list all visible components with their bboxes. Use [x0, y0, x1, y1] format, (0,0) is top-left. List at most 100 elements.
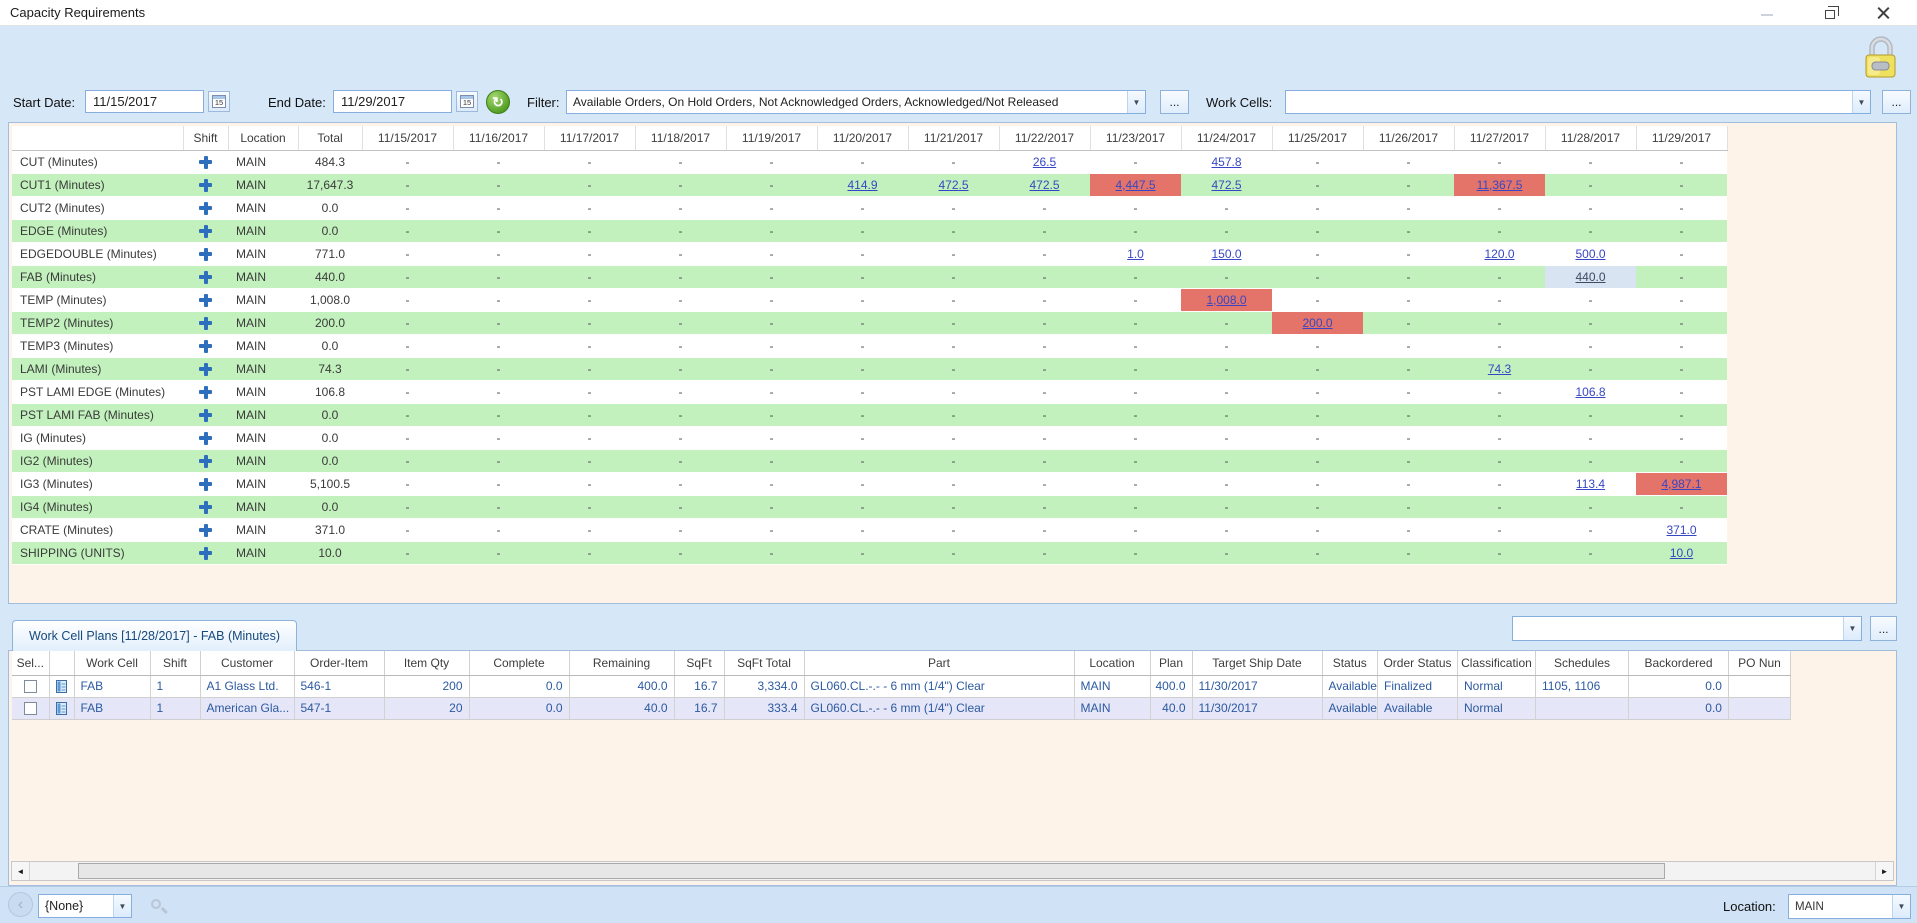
plans-column-header[interactable]: Classification — [1457, 651, 1535, 675]
date-column-header[interactable]: 11/16/2017 — [453, 126, 544, 150]
plan-detail-icon[interactable] — [56, 680, 67, 693]
expand-shift-icon[interactable] — [199, 271, 212, 284]
scroll-right-icon[interactable]: ► — [1875, 862, 1893, 880]
capacity-value-link[interactable]: 472.5 — [1029, 178, 1059, 192]
dropdown-arrow-icon[interactable]: ▼ — [1843, 617, 1861, 640]
capacity-value-link[interactable]: 440.0 — [1575, 270, 1605, 284]
plans-column-header[interactable]: Work Cell — [74, 651, 150, 675]
dropdown-arrow-icon[interactable]: ▼ — [1127, 91, 1145, 113]
date-column-header[interactable]: 11/18/2017 — [635, 126, 726, 150]
date-column-header[interactable]: 11/20/2017 — [817, 126, 908, 150]
column-header[interactable]: Shift — [183, 126, 228, 150]
plans-column-header[interactable]: Order Status — [1377, 651, 1457, 675]
expand-shift-icon[interactable] — [199, 340, 212, 353]
plans-column-header[interactable]: Item Qty — [384, 651, 469, 675]
plan-detail-icon[interactable] — [56, 702, 67, 715]
work-cells-browse-button[interactable]: ... — [1882, 90, 1911, 114]
date-column-header[interactable]: 11/27/2017 — [1454, 126, 1545, 150]
expand-shift-icon[interactable] — [199, 363, 212, 376]
expand-shift-icon[interactable] — [199, 202, 212, 215]
column-header[interactable]: Total — [298, 126, 362, 150]
capacity-value-link[interactable]: 10.0 — [1670, 546, 1693, 560]
column-header[interactable]: Location — [228, 126, 298, 150]
plans-column-header[interactable]: Target Ship Date — [1192, 651, 1322, 675]
plans-column-header[interactable]: SqFt Total — [724, 651, 804, 675]
start-date-input[interactable]: 11/15/2017 — [85, 90, 204, 113]
work-cells-combo[interactable]: ▼ — [1285, 90, 1871, 114]
capacity-value-link[interactable]: 113.4 — [1576, 477, 1605, 491]
capacity-value-link[interactable]: 150.0 — [1211, 247, 1241, 261]
start-date-calendar-button[interactable]: 15 — [208, 91, 230, 112]
capacity-value-link[interactable]: 26.5 — [1033, 155, 1056, 169]
tab-work-cell-plans[interactable]: Work Cell Plans [11/28/2017] - FAB (Minu… — [12, 620, 297, 651]
capacity-value-link[interactable]: 1,008.0 — [1206, 293, 1246, 307]
capacity-value-link[interactable]: 472.5 — [938, 178, 968, 192]
minimize-button[interactable] — [1750, 0, 1784, 26]
dropdown-arrow-icon[interactable]: ▼ — [113, 895, 131, 917]
plans-column-header[interactable]: Customer — [200, 651, 294, 675]
scroll-left-icon[interactable]: ◄ — [12, 862, 30, 880]
filter-browse-button[interactable]: ... — [1160, 90, 1189, 114]
plans-column-header[interactable]: Location — [1074, 651, 1150, 675]
date-column-header[interactable]: 11/23/2017 — [1090, 126, 1181, 150]
date-column-header[interactable]: 11/29/2017 — [1636, 126, 1727, 150]
expand-shift-icon[interactable] — [199, 432, 212, 445]
end-date-calendar-button[interactable]: 15 — [456, 91, 478, 112]
plans-column-header[interactable]: Remaining — [569, 651, 674, 675]
capacity-value-link[interactable]: 120.0 — [1484, 247, 1514, 261]
plans-column-header[interactable]: Schedules — [1535, 651, 1628, 675]
filter-combo[interactable]: Available Orders, On Hold Orders, Not Ac… — [566, 90, 1146, 114]
select-checkbox[interactable] — [24, 702, 37, 715]
scrollbar-thumb[interactable] — [78, 863, 1665, 879]
column-header[interactable] — [12, 126, 183, 150]
capacity-value-link[interactable]: 414.9 — [847, 178, 877, 192]
capacity-value-link[interactable]: 500.0 — [1575, 247, 1605, 261]
capacity-value-link[interactable]: 74.3 — [1488, 362, 1511, 376]
plans-column-header[interactable]: Order-Item — [294, 651, 384, 675]
capacity-value-link[interactable]: 371.0 — [1666, 523, 1696, 537]
expand-shift-icon[interactable] — [199, 225, 212, 238]
expand-shift-icon[interactable] — [199, 409, 212, 422]
capacity-value-link[interactable]: 11,367.5 — [1477, 178, 1523, 192]
refresh-button[interactable]: ↻ — [486, 90, 510, 114]
plans-column-header[interactable] — [49, 651, 74, 675]
expand-shift-icon[interactable] — [199, 478, 212, 491]
location-combo[interactable]: MAIN ▼ — [1788, 894, 1911, 919]
plans-column-header[interactable]: Shift — [150, 651, 200, 675]
capacity-value-link[interactable]: 472.5 — [1211, 178, 1241, 192]
capacity-value-link[interactable]: 200.0 — [1302, 316, 1332, 330]
plans-column-header[interactable]: Backordered — [1628, 651, 1728, 675]
date-column-header[interactable]: 11/25/2017 — [1272, 126, 1363, 150]
expand-shift-icon[interactable] — [199, 501, 212, 514]
date-column-header[interactable]: 11/26/2017 — [1363, 126, 1454, 150]
date-column-header[interactable]: 11/17/2017 — [544, 126, 635, 150]
select-checkbox[interactable] — [24, 680, 37, 693]
expand-shift-icon[interactable] — [199, 455, 212, 468]
plans-browse-button[interactable]: ... — [1870, 616, 1897, 641]
capacity-value-link[interactable]: 1.0 — [1127, 247, 1144, 261]
plans-column-header[interactable]: Part — [804, 651, 1074, 675]
date-column-header[interactable]: 11/24/2017 — [1181, 126, 1272, 150]
preset-combo[interactable]: {None} ▼ — [38, 894, 132, 918]
capacity-value-link[interactable]: 106.8 — [1575, 385, 1605, 399]
restore-button[interactable] — [1812, 0, 1846, 26]
plans-column-header[interactable]: Status — [1322, 651, 1377, 675]
dropdown-arrow-icon[interactable]: ▼ — [1892, 895, 1910, 918]
expand-shift-icon[interactable] — [199, 179, 212, 192]
date-column-header[interactable]: 11/15/2017 — [362, 126, 453, 150]
expand-shift-icon[interactable] — [199, 294, 212, 307]
capacity-value-link[interactable]: 457.8 — [1211, 155, 1241, 169]
plans-column-header[interactable]: Plan — [1150, 651, 1192, 675]
plans-column-header[interactable]: Sel... — [12, 651, 49, 675]
plans-filter-combo[interactable]: ▼ — [1512, 616, 1862, 641]
date-column-header[interactable]: 11/21/2017 — [908, 126, 999, 150]
date-column-header[interactable]: 11/28/2017 — [1545, 126, 1636, 150]
expand-shift-icon[interactable] — [199, 248, 212, 261]
back-button[interactable]: ‹ — [8, 892, 33, 917]
expand-shift-icon[interactable] — [199, 156, 212, 169]
expand-shift-icon[interactable] — [199, 547, 212, 560]
horizontal-scrollbar[interactable]: ◄ ► — [11, 861, 1894, 881]
dropdown-arrow-icon[interactable]: ▼ — [1852, 91, 1870, 113]
expand-shift-icon[interactable] — [199, 386, 212, 399]
expand-shift-icon[interactable] — [199, 524, 212, 537]
